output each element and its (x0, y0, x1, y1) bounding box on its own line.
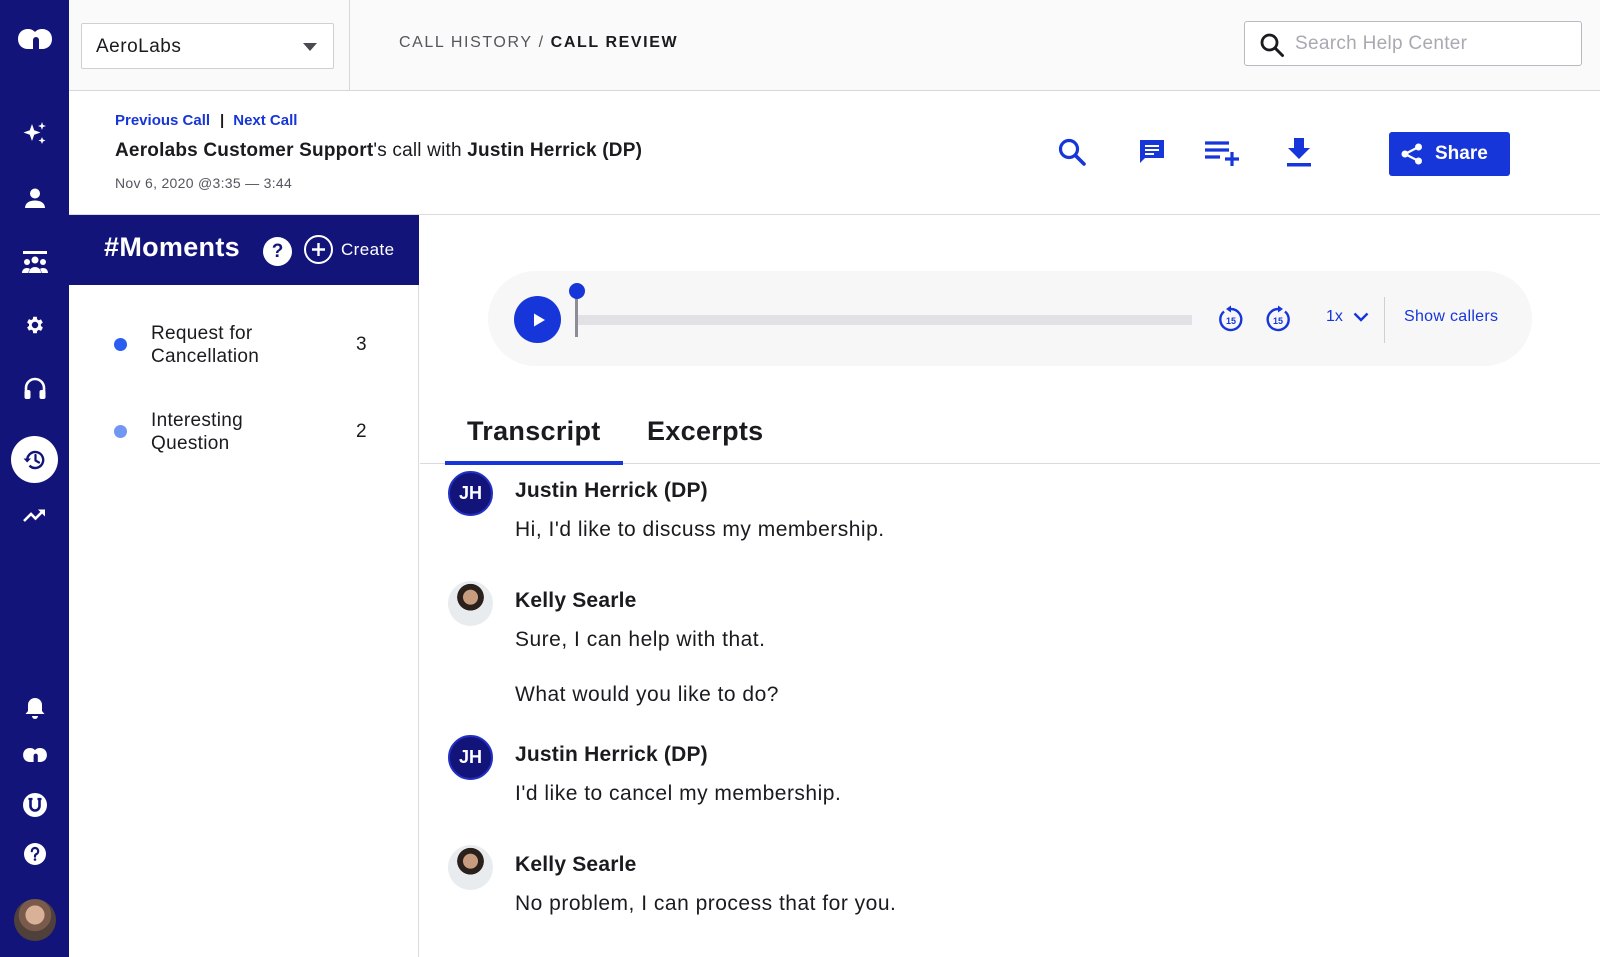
trending-icon[interactable] (0, 502, 69, 528)
moment-count: 2 (356, 421, 367, 442)
playback-speed-select[interactable]: 1x (1326, 308, 1369, 326)
share-label: Share (1435, 143, 1488, 164)
playback-track[interactable] (577, 315, 1192, 325)
skip-forward-seconds: 15 (1273, 316, 1283, 326)
show-callers-link[interactable]: Show callers (1404, 308, 1498, 326)
speaker-name: Justin Herrick (DP) (515, 479, 708, 502)
call-navigation: Previous Call | Next Call (115, 112, 297, 129)
left-nav-rail (0, 0, 69, 957)
call-title: Aerolabs Customer Support's call with Ju… (115, 140, 642, 162)
caret-down-icon (303, 43, 317, 51)
tab-excerpts[interactable]: Excerpts (647, 416, 763, 464)
person-icon[interactable] (0, 184, 69, 212)
transcript-message: JH Justin Herrick (DP) Hi, I'd like to d… (448, 471, 1548, 551)
speaker-avatar: JH (448, 735, 493, 780)
dialpad-icon[interactable] (0, 743, 69, 767)
forward-15-icon: 15 (1266, 305, 1290, 332)
headset-icon[interactable] (0, 374, 69, 404)
call-review-main: 15 15 1x Show callers Transcript Excerpt… (420, 216, 1600, 957)
call-title-connector: 's call with (373, 140, 468, 161)
search-icon (1057, 137, 1087, 167)
create-moment-label: Create (341, 239, 395, 259)
play-button[interactable] (514, 296, 561, 343)
player-divider (1384, 297, 1385, 343)
gear-icon[interactable] (0, 311, 69, 339)
plus-circle-icon (304, 235, 333, 264)
dialpad-logo-icon[interactable] (0, 22, 69, 56)
playhead-handle[interactable] (569, 283, 585, 299)
message-text: I'd like to cancel my membership. (515, 782, 842, 805)
sparkle-icon[interactable] (0, 118, 69, 150)
download-icon (1284, 136, 1314, 168)
transcript-message: Kelly Searle No problem, I can process t… (448, 845, 1548, 925)
moment-label: Interesting Question (151, 410, 244, 454)
add-to-playlist-button[interactable] (1200, 129, 1246, 175)
speaker-avatar: JH (448, 471, 493, 516)
moment-dot (114, 425, 127, 438)
search-call-button[interactable] (1049, 129, 1095, 175)
share-button[interactable]: Share (1389, 132, 1510, 176)
help-search-input[interactable] (1295, 31, 1565, 57)
transcript-message: JH Justin Herrick (DP) I'd like to cance… (448, 735, 1548, 815)
moments-help-icon[interactable]: ? (263, 237, 292, 266)
tab-transcript[interactable]: Transcript (445, 416, 623, 465)
previous-call-link[interactable]: Previous Call (115, 112, 210, 129)
moment-dot (114, 338, 127, 351)
moments-panel: #Moments ? Create Request for Cancellati… (69, 215, 419, 957)
message-text: Hi, I'd like to discuss my membership. (515, 518, 885, 541)
add-to-playlist-icon (1203, 137, 1243, 167)
next-call-link[interactable]: Next Call (233, 112, 297, 129)
breadcrumb-parent[interactable]: CALL HISTORY (399, 34, 533, 51)
playback-speed-value: 1x (1326, 308, 1343, 325)
bell-icon[interactable] (0, 694, 69, 722)
message-text: What would you like to do? (515, 683, 779, 706)
help-icon[interactable] (0, 840, 69, 868)
speaker-name: Kelly Searle (515, 589, 637, 612)
message-text: Sure, I can help with that. (515, 628, 766, 651)
breadcrumb-current: CALL REVIEW (550, 34, 679, 51)
speaker-name: Kelly Searle (515, 853, 637, 876)
add-comment-button[interactable] (1129, 129, 1175, 175)
top-bar: AeroLabs CALL HISTORY / CALL REVIEW (69, 0, 1600, 91)
help-search-box[interactable] (1244, 21, 1582, 66)
skip-back-seconds: 15 (1226, 316, 1236, 326)
chevron-down-icon (1353, 312, 1369, 322)
org-selector[interactable]: AeroLabs (81, 23, 334, 69)
call-agent: Aerolabs Customer Support (115, 140, 374, 161)
speaker-avatar (448, 845, 493, 890)
call-header: Previous Call | Next Call Aerolabs Custome… (69, 91, 1600, 215)
team-icon[interactable] (0, 247, 69, 277)
user-avatar[interactable] (14, 899, 56, 941)
org-selector-area: AeroLabs (69, 0, 350, 90)
call-caller: Justin Herrick (DP) (467, 140, 643, 161)
org-selector-value: AeroLabs (96, 36, 182, 57)
share-icon (1400, 142, 1424, 166)
moments-header: #Moments ? Create (69, 215, 419, 285)
message-text: No problem, I can process that for you. (515, 892, 897, 915)
audio-player: 15 15 1x Show callers (488, 271, 1532, 366)
create-moment-button[interactable]: Create (304, 235, 394, 264)
transcript-message: Kelly Searle Sure, I can help with that.… (448, 581, 1548, 721)
speaker-avatar (448, 581, 493, 626)
review-tabs: Transcript Excerpts (420, 416, 1600, 465)
u-badge-icon[interactable] (0, 791, 69, 819)
breadcrumb-separator: / (538, 34, 545, 51)
play-icon (529, 311, 547, 329)
moment-item[interactable]: Interesting Question 2 (69, 397, 419, 467)
skip-forward-button[interactable]: 15 (1264, 305, 1292, 333)
call-date: Nov 6, 2020 @3:35 — 3:44 (115, 175, 293, 191)
moment-item[interactable]: Request for Cancellation 3 (69, 310, 419, 380)
nav-divider: | (220, 112, 225, 129)
rewind-15-icon: 15 (1219, 305, 1243, 332)
history-icon[interactable] (11, 436, 58, 483)
download-button[interactable] (1276, 129, 1322, 175)
breadcrumb: CALL HISTORY / CALL REVIEW (399, 34, 678, 52)
moment-label: Request for Cancellation (151, 323, 260, 367)
skip-back-button[interactable]: 15 (1217, 305, 1245, 333)
comment-icon (1137, 137, 1167, 167)
moment-count: 3 (356, 334, 367, 355)
speaker-name: Justin Herrick (DP) (515, 743, 708, 766)
moments-title: #Moments (104, 232, 240, 262)
search-icon (1259, 32, 1285, 58)
